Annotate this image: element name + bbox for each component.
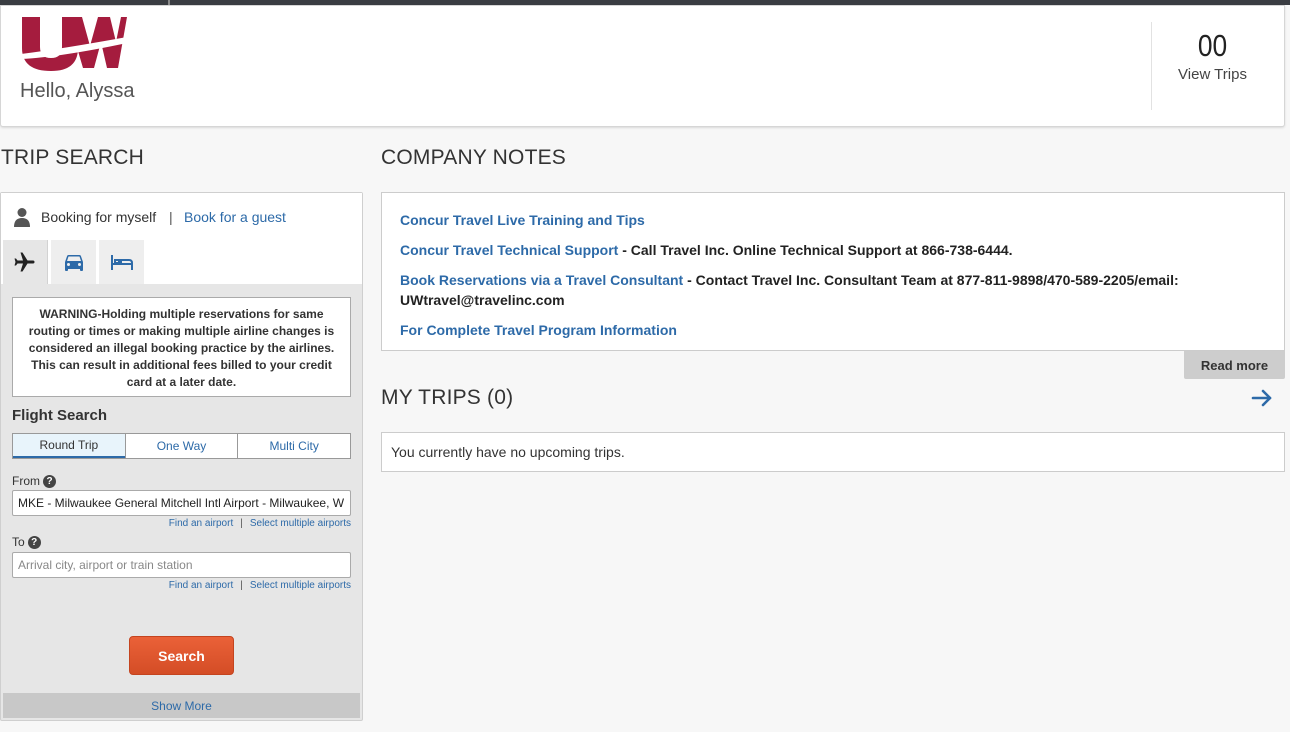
to-label: To ? [12,535,41,549]
trip-search-title: TRIP SEARCH [1,146,145,169]
to-label-text: To [12,535,25,549]
help-icon[interactable]: ? [27,535,41,549]
from-find-airport-link[interactable]: Find an airport [169,518,233,529]
trip-count: 00 [1197,28,1228,63]
booking-separator: | [169,209,173,225]
to-field-links: Find an airport | Select multiple airports [169,580,351,591]
tab-flight[interactable] [3,240,48,284]
trip-type-multi-city[interactable]: Multi City [237,434,350,458]
person-icon [14,208,30,227]
page-header: Hello, Alyssa 00 View Trips [0,5,1285,127]
note-item: Concur Travel Live Training and Tips [400,210,1270,230]
view-trips-link[interactable]: View Trips [1152,66,1273,83]
note-item: For Complete Travel Program Information [400,320,1270,340]
airplane-icon [14,252,35,272]
company-notes-title: COMPANY NOTES [381,146,567,169]
company-notes-box: Concur Travel Live Training and Tips Con… [381,192,1285,351]
trip-type-selector: Round Trip One Way Multi City [12,433,351,459]
note-text: - Call Travel Inc. Online Technical Supp… [618,242,1013,258]
note-link-training[interactable]: Concur Travel Live Training and Tips [400,212,645,228]
show-more-link[interactable]: Show More [3,693,360,718]
from-label: From ? [12,474,56,488]
note-link-technical-support[interactable]: Concur Travel Technical Support [400,242,618,258]
trip-type-round-trip[interactable]: Round Trip [13,434,125,458]
note-link-travel-consultant[interactable]: Book Reservations via a Travel Consultan… [400,272,683,288]
from-label-text: From [12,474,40,488]
trip-type-one-way[interactable]: One Way [124,434,238,458]
link-separator: | [240,580,243,591]
link-separator: | [240,518,243,529]
trip-search-panel: Booking for myself | Book for a guest WA… [0,192,363,721]
uw-logo[interactable] [21,16,127,72]
hotel-bed-icon [110,255,133,270]
to-select-multiple-link[interactable]: Select multiple airports [250,580,351,591]
note-item: Concur Travel Technical Support - Call T… [400,240,1270,260]
read-more-button[interactable]: Read more [1184,351,1285,379]
to-input[interactable] [12,552,351,578]
booking-for-myself[interactable]: Booking for myself [41,209,156,225]
to-find-airport-link[interactable]: Find an airport [169,580,233,591]
help-icon[interactable]: ? [43,474,56,488]
note-link-program-info[interactable]: For Complete Travel Program Information [400,322,677,338]
arrow-right-icon[interactable] [1250,386,1274,410]
from-input[interactable] [12,490,351,516]
car-icon [64,255,83,271]
from-field-links: Find an airport | Select multiple airports [169,518,351,529]
booking-warning: WARNING-Holding multiple reservations fo… [12,297,351,397]
tab-hotel[interactable] [99,240,144,284]
my-trips-title: MY TRIPS (0) [381,386,514,409]
search-button[interactable]: Search [129,636,234,675]
note-item: Book Reservations via a Travel Consultan… [400,270,1270,310]
flight-search-title: Flight Search [12,407,108,424]
booking-bar: Booking for myself | Book for a guest [1,193,362,240]
view-trips-widget[interactable]: 00 View Trips [1151,22,1273,110]
book-for-guest-link[interactable]: Book for a guest [184,209,286,225]
from-select-multiple-link[interactable]: Select multiple airports [250,518,351,529]
no-trips-message: You currently have no upcoming trips. [381,432,1285,472]
tab-car[interactable] [51,240,96,284]
greeting-text: Hello, Alyssa [20,80,135,102]
booking-type-tabs [1,240,362,284]
